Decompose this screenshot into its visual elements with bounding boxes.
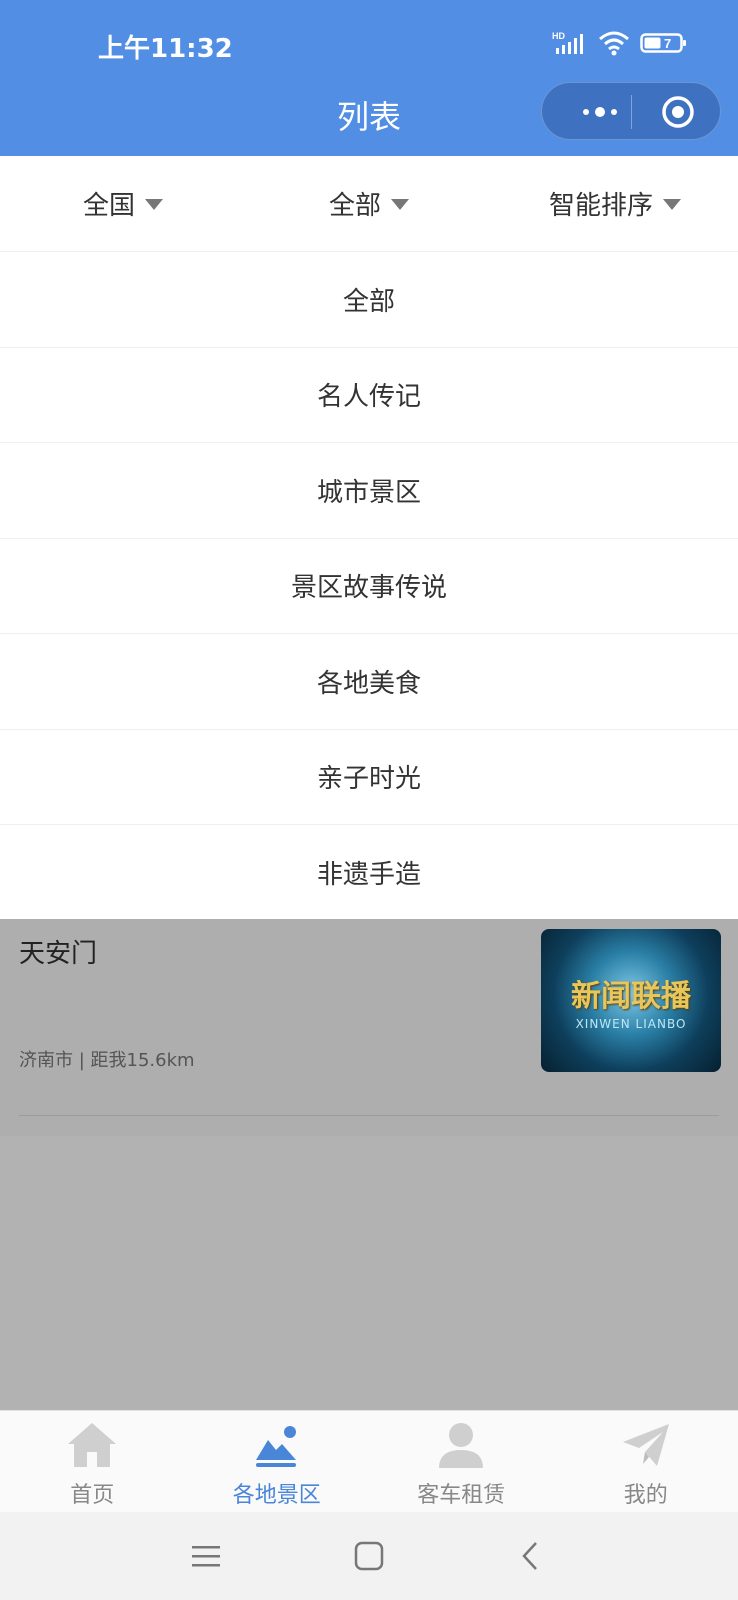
dropdown-option-heritage[interactable]: 非遗手造 [0, 825, 738, 921]
wifi-icon [598, 30, 630, 60]
screen: 上午11:32 HD 7 列表 全国 全部 智能排序 全部 名人传记 城市景区 … [0, 0, 738, 1600]
more-icon[interactable] [570, 99, 630, 125]
filter-category[interactable]: 全部 [246, 156, 492, 251]
thumbnail-title: 新闻联播 [571, 979, 691, 1014]
paper-plane-icon [618, 1419, 674, 1471]
header: 上午11:32 HD 7 列表 [0, 0, 738, 156]
caret-down-icon [391, 199, 409, 210]
filter-label: 智能排序 [548, 191, 653, 221]
dropdown-option-food[interactable]: 各地美食 [0, 634, 738, 730]
tab-label: 各地景区 [232, 1483, 321, 1508]
filter-bar: 全国 全部 智能排序 [0, 156, 738, 252]
tab-bus-rental[interactable]: 客车租赁 [369, 1411, 554, 1512]
status-icons: HD 7 [552, 30, 688, 60]
person-icon [433, 1419, 489, 1471]
filter-label: 全部 [328, 191, 381, 221]
list-item[interactable]: 天安门 济南市 | 距我15.6km 新闻联播 XINWEN LIANBO [0, 919, 738, 1136]
mini-program-capsule [541, 82, 721, 140]
tab-label: 我的 [623, 1483, 668, 1508]
dropdown-option-city-scenic[interactable]: 城市景区 [0, 443, 738, 539]
status-time: 上午11:32 [98, 34, 233, 64]
back-icon[interactable] [513, 1538, 549, 1574]
menu-icon[interactable] [188, 1538, 224, 1574]
divider [19, 1115, 719, 1116]
close-target-icon[interactable] [661, 95, 695, 129]
item-title: 天安门 [19, 939, 98, 969]
dropdown-option-family[interactable]: 亲子时光 [0, 730, 738, 825]
battery-icon: 7 [640, 31, 688, 59]
dropdown-option-all[interactable]: 全部 [0, 252, 738, 348]
item-meta: 济南市 | 距我15.6km [19, 1050, 195, 1071]
scenery-icon [249, 1419, 305, 1471]
caret-down-icon [145, 199, 163, 210]
item-thumbnail: 新闻联播 XINWEN LIANBO [541, 929, 721, 1072]
tab-bar: 首页 各地景区 客车租赁 我的 [0, 1410, 738, 1512]
thumbnail-subtitle: XINWEN LIANBO [575, 1017, 687, 1031]
home-icon [64, 1419, 120, 1471]
caret-down-icon [663, 199, 681, 210]
category-dropdown: 全部 名人传记 城市景区 景区故事传说 各地美食 亲子时光 非遗手造 [0, 252, 738, 921]
tab-mine[interactable]: 我的 [554, 1411, 738, 1512]
filter-label: 全国 [82, 191, 135, 221]
home-button-icon[interactable] [351, 1538, 387, 1574]
signal-icon: HD [552, 30, 588, 60]
dropdown-option-biography[interactable]: 名人传记 [0, 348, 738, 443]
dropdown-option-legends[interactable]: 景区故事传说 [0, 539, 738, 634]
svg-text:HD: HD [552, 31, 565, 41]
system-nav-bar [0, 1512, 738, 1600]
tab-home[interactable]: 首页 [0, 1411, 185, 1512]
filter-region[interactable]: 全国 [0, 156, 246, 251]
tab-scenery[interactable]: 各地景区 [185, 1411, 370, 1512]
capsule-divider [631, 95, 632, 129]
filter-sort[interactable]: 智能排序 [492, 156, 738, 251]
svg-text:7: 7 [664, 36, 671, 51]
tab-label: 客车租赁 [417, 1483, 506, 1508]
tab-label: 首页 [70, 1483, 115, 1508]
